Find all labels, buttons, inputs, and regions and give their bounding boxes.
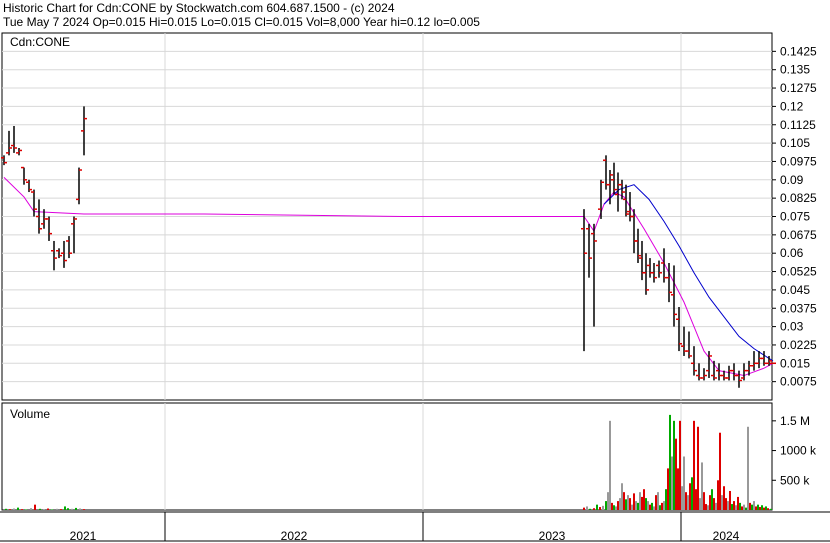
price-tick-label: 0.0225: [780, 338, 817, 352]
ohlc-bar: [751, 351, 757, 371]
ohlc-bar: [581, 209, 587, 352]
price-tick-label: 0.0525: [780, 265, 817, 279]
stock-chart: 0.1425 0.135 0.1275 0.12 0.1125 0.105 0.0975 0.…: [0, 32, 830, 543]
ohlc-bar: [51, 240, 57, 271]
price-tick-label: 0.12: [780, 99, 804, 113]
ohlc-bar: [61, 240, 67, 268]
price-tick-label: 0.0075: [780, 375, 817, 389]
ohlc-bar: [647, 258, 653, 278]
price-tick-label: 0.0675: [780, 228, 817, 242]
price-tick-label: 0.105: [780, 136, 810, 150]
ohlc-bar: [66, 236, 72, 259]
symbol-label: Cdn:CONE: [10, 35, 70, 49]
ohlc-bar: [691, 346, 697, 376]
price-tick-label: 0.0375: [780, 301, 817, 315]
volume-tick-label: 500 k: [780, 473, 810, 487]
volume-tick-label: 1000 k: [780, 444, 817, 458]
year-label: 2022: [281, 529, 308, 543]
ohlc-bar: [46, 216, 52, 241]
ohlc-bar: [741, 363, 747, 381]
ohlc-bar: [586, 223, 592, 278]
ohlc-bar: [643, 253, 649, 295]
ohlc-bar: [11, 125, 17, 153]
price-tick-label: 0.1275: [780, 81, 817, 95]
price-tick-label: 0.0975: [780, 154, 817, 168]
volume-tick-label: 1.5 M: [780, 414, 810, 428]
volume-panel-frame: [1, 402, 773, 511]
ohlc-bar: [671, 265, 677, 327]
price-tick-label: 0.1425: [780, 44, 817, 58]
year-label: 2021: [70, 529, 97, 543]
price-tick-label: 0.03: [780, 320, 804, 334]
price-tick-label: 0.0825: [780, 191, 817, 205]
price-tick-label: 0.045: [780, 283, 810, 297]
price-tick-label: 0.015: [780, 356, 810, 370]
year-label: 2024: [713, 529, 740, 543]
ohlc-bar: [639, 240, 645, 281]
price-tick-label: 0.075: [780, 210, 810, 224]
moving-average-short: [3, 176, 774, 377]
ohlc-bar: [731, 363, 737, 381]
price-tick-label: 0.06: [780, 246, 804, 260]
price-tick-label: 0.1125: [780, 118, 816, 132]
ohlc-bar: [591, 223, 597, 327]
ohlc-bar: [16, 147, 22, 156]
ohlc-bar: [736, 370, 742, 388]
price-tick-label: 0.135: [780, 63, 810, 77]
ohlc-bar: [76, 167, 82, 205]
ohlc-bar: [31, 189, 37, 217]
price-tick-label: 0.09: [780, 173, 804, 187]
ohlc-bar: [611, 162, 617, 195]
year-label: 2023: [539, 529, 566, 543]
ohlc-bar: [598, 179, 604, 219]
volume-panel-label: Volume: [10, 407, 50, 421]
ohlc-bar: [26, 179, 32, 193]
ohlc-bar: [81, 106, 87, 156]
